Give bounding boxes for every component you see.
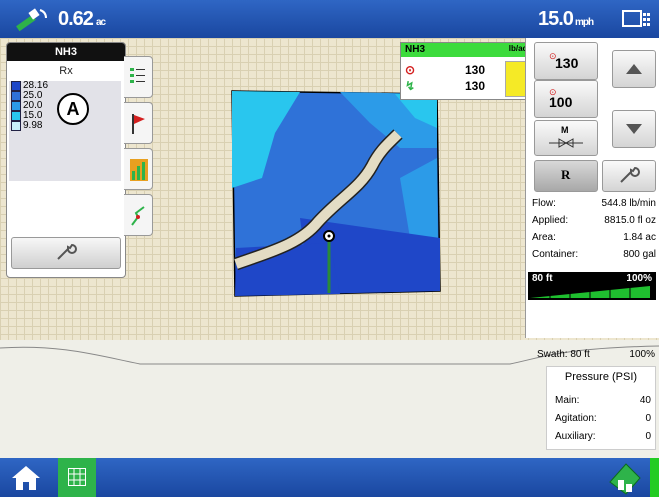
speed-unit: mph [574, 17, 594, 28]
status-indicator-strip [650, 458, 659, 497]
swath-percent: 100% [629, 349, 655, 360]
tab-legend[interactable] [124, 56, 153, 98]
swath-label: Swath: 80 ft [537, 349, 590, 360]
tab-guidance[interactable] [124, 194, 153, 236]
boom-percent: 100% [626, 273, 652, 284]
gps-satellite-icon[interactable] [14, 6, 54, 32]
bottom-nav-bar [0, 458, 659, 497]
arrow-down-icon [626, 124, 642, 134]
preset-rate-2-button[interactable]: ⊙ 100 [534, 80, 598, 118]
map-tabs [124, 56, 154, 240]
map-legend: 28.16 25.0 20.0 15.0 9.98 A [9, 81, 121, 181]
rx-legend-panel: NH3 Rx 28.16 25.0 20.0 15.0 9.98 A [6, 42, 126, 278]
legend-swatch [11, 111, 21, 121]
top-status-bar: 0.62 ac 15.0 mph [0, 0, 659, 38]
pressure-value: 0 [645, 431, 651, 442]
boom-sections [530, 286, 650, 298]
pressure-label: Agitation: [555, 413, 597, 424]
manual-valve-button[interactable]: M [534, 120, 598, 156]
actual-rate-icon: ↯ [405, 79, 416, 93]
legend-swatch [11, 91, 21, 101]
callout-label: A [57, 93, 89, 125]
tab-flags[interactable] [124, 102, 153, 144]
area-unit: ac [95, 17, 106, 28]
actual-rate: 130 [464, 79, 485, 93]
flag-icon [132, 114, 145, 134]
stat-flow: Flow: 544.8 lb/min [532, 198, 656, 212]
target-icon: ⊙ [405, 63, 416, 77]
pressure-row: Agitation: 0 [555, 413, 651, 424]
pressure-row: Auxiliary: 0 [555, 431, 651, 442]
pressure-title: Pressure (PSI) [564, 371, 638, 383]
rate-settings-button[interactable] [602, 160, 656, 192]
boom-width: 80 ft [532, 273, 553, 284]
legend-swatch [11, 101, 21, 111]
panel-product-title: NH3 [7, 43, 125, 61]
manual-label: M [561, 125, 569, 135]
preset-rate-1-value: 130 [555, 55, 579, 71]
legend-settings-button[interactable] [11, 237, 121, 269]
rate-increase-button[interactable] [612, 50, 656, 88]
tab-yield[interactable] [124, 148, 153, 190]
product-header: NH3 lb/ac [401, 43, 531, 57]
pressure-row: Main: 40 [555, 395, 651, 406]
actual-rate-row: ↯ 130 [405, 79, 485, 93]
preset-rate-1-button[interactable]: ⊙ 130 [534, 42, 598, 80]
swath-readout: Swath: 80 ft 100% [537, 349, 655, 360]
stat-value: 544.8 lb/min [601, 198, 656, 209]
product-rate-panel[interactable]: NH3 lb/ac ⊙ 130 ↯ 130 [400, 42, 532, 100]
speed-value: 15.0 [538, 8, 574, 30]
stat-container: Container: 800 gal [532, 249, 656, 263]
stat-applied: Applied: 8815.0 fl oz [532, 215, 656, 229]
target-rate-row: ⊙ 130 [405, 63, 485, 77]
preset-rate-2-value: 100 [549, 94, 573, 110]
rate-indicator-bar [505, 61, 527, 97]
legend-swatch [11, 121, 21, 131]
pressure-value: 0 [645, 413, 651, 424]
stat-value: 8815.0 fl oz [604, 215, 656, 226]
pressure-panel: Pressure (PSI) Main: 40 Agitation: 0 Auxil… [546, 366, 656, 450]
stat-label: Flow: [532, 198, 556, 209]
area-value: 0.62 [58, 8, 94, 30]
display-status-icon[interactable] [622, 9, 652, 29]
product-name: NH3 [405, 44, 426, 55]
home-icon[interactable] [6, 462, 46, 494]
legend-list-icon [130, 68, 145, 83]
valve-icon [549, 138, 583, 148]
area-counter[interactable]: 0.62 ac [58, 8, 106, 31]
target-rate: 130 [464, 63, 485, 77]
pressure-value: 40 [639, 395, 651, 406]
pressure-label: Main: [555, 395, 580, 406]
grid-icon [68, 468, 86, 486]
arrow-up-icon [626, 64, 642, 74]
stat-area: Area: 1.84 ac [532, 232, 656, 246]
stat-label: Area: [532, 232, 556, 243]
stat-label: Applied: [532, 215, 569, 226]
stat-value: 1.84 ac [623, 232, 656, 243]
speed-readout[interactable]: 15.0 mph [538, 8, 594, 31]
prescription-button[interactable]: R [534, 160, 598, 192]
panel-layer-label: Rx [59, 65, 73, 77]
boom-status-bar[interactable]: 80 ft 100% [528, 272, 656, 300]
wrench-icon [620, 166, 640, 183]
rate-control-panel: ⊙ 130 ⊙ 100 M R Flow: 544.8 lb/min Applie… [525, 38, 659, 338]
legend-swatch [11, 81, 21, 91]
bar-chart-icon [130, 159, 148, 181]
legend-label: 9.98 [23, 120, 43, 131]
pressure-label: Auxiliary: [555, 431, 596, 442]
map-view-button[interactable] [58, 458, 96, 497]
product-control-icon[interactable] [606, 458, 646, 497]
wrench-icon [57, 243, 77, 260]
stat-value: 800 gal [623, 249, 656, 260]
rate-decrease-button[interactable] [612, 110, 656, 148]
rx-label: R [561, 167, 571, 182]
stat-label: Container: [532, 249, 579, 260]
guidance-path-icon [131, 206, 145, 226]
